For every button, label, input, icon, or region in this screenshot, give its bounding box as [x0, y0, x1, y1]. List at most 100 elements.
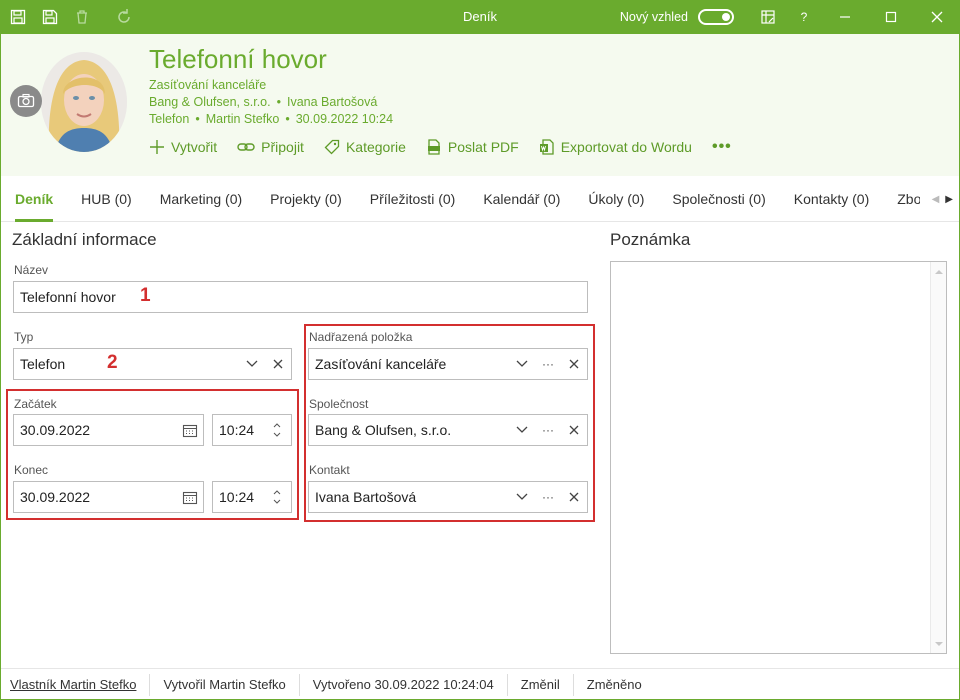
created-text: Vytvořeno 30.09.2022 10:24:04 — [300, 673, 508, 696]
stepper-up-icon[interactable] — [273, 490, 281, 495]
tab-projekty[interactable]: Projekty (0) — [270, 176, 342, 222]
tab-zbozi[interactable]: Zboží — [897, 176, 920, 222]
annotation-number-2: 2 — [107, 352, 118, 373]
new-look-label: Nový vzhled — [619, 10, 688, 24]
create-button[interactable]: Vytvořit — [149, 139, 217, 155]
close-icon[interactable] — [914, 0, 960, 34]
stepper-up-icon[interactable] — [273, 423, 281, 428]
more-actions-button[interactable]: ••• — [712, 138, 732, 156]
minimize-icon[interactable] — [822, 0, 868, 34]
toggle-knob — [722, 13, 730, 21]
owner-text: Martin Stefko — [205, 112, 280, 126]
end-date-field[interactable]: 30.09.2022 — [13, 481, 204, 513]
company-label: Společnost — [309, 397, 369, 411]
help-button[interactable]: ? — [786, 0, 822, 34]
chevron-down-icon[interactable] — [509, 415, 535, 445]
time-stepper[interactable] — [267, 482, 287, 512]
tab-list: Deník HUB (0) Marketing (0) Projekty (0)… — [15, 176, 920, 222]
tab-prilezitosti[interactable]: Příležitosti (0) — [370, 176, 456, 222]
owner-link[interactable]: Vlastník Martin Stefko — [1, 673, 151, 696]
end-time-field[interactable]: 10:24 — [212, 481, 292, 513]
more-icon[interactable]: ··· — [535, 415, 561, 445]
chevron-down-icon[interactable] — [509, 349, 535, 379]
record-header: Telefonní hovor Zasíťování kanceláře Ban… — [1, 34, 959, 176]
scroll-up-icon[interactable] — [931, 264, 947, 278]
created-by-text: Vytvořil Martin Stefko — [150, 673, 300, 696]
tab-kalendar[interactable]: Kalendář (0) — [483, 176, 560, 222]
avatar[interactable] — [41, 52, 127, 152]
notes-textarea[interactable] — [610, 261, 947, 654]
tab-spolecnosti[interactable]: Společnosti (0) — [672, 176, 765, 222]
tab-scroll-left-icon[interactable]: ◀ — [932, 194, 940, 205]
refresh-icon[interactable] — [114, 7, 134, 27]
changed-by-text: Změnil — [508, 673, 574, 696]
camera-button[interactable] — [10, 85, 42, 117]
scroll-down-icon[interactable] — [931, 637, 947, 651]
company-contact-line: Bang & Olufsen, s.r.o. • Ivana Bartošová — [149, 95, 377, 109]
separator: • — [195, 112, 200, 126]
parent-item-text[interactable]: Zasíťování kanceláře — [149, 78, 266, 92]
parent-label: Nadřazená položka — [309, 330, 413, 344]
end-label: Konec — [14, 463, 49, 477]
notes-scrollbar[interactable] — [930, 262, 946, 653]
camera-icon — [17, 93, 35, 108]
export-word-button[interactable]: Exportovat do Wordu — [539, 139, 692, 155]
export-word-label: Exportovat do Wordu — [560, 139, 692, 155]
category-label: Kategorie — [345, 139, 406, 155]
more-icon[interactable]: ··· — [535, 349, 561, 379]
clear-icon[interactable] — [561, 415, 587, 445]
title-bar: Deník Nový vzhled ? — [0, 0, 960, 34]
company-value: Bang & Olufsen, s.r.o. — [315, 422, 452, 438]
new-look-toggle[interactable] — [698, 9, 734, 25]
more-icon[interactable]: ··· — [535, 482, 561, 512]
changed-text: Změněno — [586, 676, 642, 692]
type-select[interactable]: Telefon — [13, 348, 292, 380]
type-text: Telefon — [149, 112, 190, 126]
stepper-down-icon[interactable] — [273, 499, 281, 504]
datetime-text: 30.09.2022 10:24 — [295, 112, 394, 126]
company-select[interactable]: Bang & Olufsen, s.r.o. ··· — [308, 414, 588, 446]
name-value: Telefonní hovor — [20, 289, 116, 305]
tab-hub[interactable]: HUB (0) — [81, 176, 132, 222]
meta-line: Telefon • Martin Stefko • 30.09.2022 10:24 — [149, 112, 393, 126]
send-pdf-button[interactable]: Poslat PDF — [426, 139, 519, 155]
action-bar: Vytvořit Připojit Kategorie Poslat PDF E… — [149, 138, 732, 156]
save-close-icon[interactable] — [8, 7, 28, 27]
annotation-number-1: 1 — [140, 285, 151, 306]
attach-button[interactable]: Připojit — [237, 139, 304, 155]
stepper-down-icon[interactable] — [273, 432, 281, 437]
tab-scroll-right-icon[interactable]: ▶ — [945, 194, 953, 205]
status-footer: Vlastník Martin Stefko Vytvořil Martin S… — [1, 668, 959, 700]
start-date-field[interactable]: 30.09.2022 — [13, 414, 204, 446]
chevron-down-icon[interactable] — [509, 482, 535, 512]
delete-icon[interactable] — [72, 7, 92, 27]
calendar-icon[interactable] — [177, 415, 203, 445]
separator: • — [276, 95, 281, 109]
clear-icon[interactable] — [561, 349, 587, 379]
maximize-icon[interactable] — [868, 0, 914, 34]
tab-kontakty[interactable]: Kontakty (0) — [794, 176, 869, 222]
tab-denik[interactable]: Deník — [15, 176, 54, 222]
tab-marketing[interactable]: Marketing (0) — [160, 176, 242, 222]
contact-select[interactable]: Ivana Bartošová ··· — [308, 481, 588, 513]
name-label: Název — [14, 263, 49, 277]
contact-text[interactable]: Ivana Bartošová — [287, 95, 377, 109]
attach-label: Připojit — [261, 139, 304, 155]
save-icon[interactable] — [40, 7, 60, 27]
parent-select[interactable]: Zasíťování kanceláře ··· — [308, 348, 588, 380]
start-time-field[interactable]: 10:24 — [212, 414, 292, 446]
parent-item-line: Zasíťování kanceláře — [149, 78, 266, 92]
clear-icon[interactable] — [561, 482, 587, 512]
name-field[interactable]: Telefonní hovor — [13, 281, 588, 313]
layout-settings-icon[interactable] — [750, 0, 786, 34]
plus-icon — [150, 140, 164, 154]
time-stepper[interactable] — [267, 415, 287, 445]
company-text[interactable]: Bang & Olufsen, s.r.o. — [149, 95, 271, 109]
calendar-icon[interactable] — [177, 482, 203, 512]
clear-icon[interactable] — [265, 349, 291, 379]
tab-ukoly[interactable]: Úkoly (0) — [588, 176, 644, 222]
send-pdf-label: Poslat PDF — [447, 139, 519, 155]
parent-value: Zasíťování kanceláře — [315, 356, 447, 372]
category-button[interactable]: Kategorie — [324, 139, 406, 155]
chevron-down-icon[interactable] — [239, 349, 265, 379]
